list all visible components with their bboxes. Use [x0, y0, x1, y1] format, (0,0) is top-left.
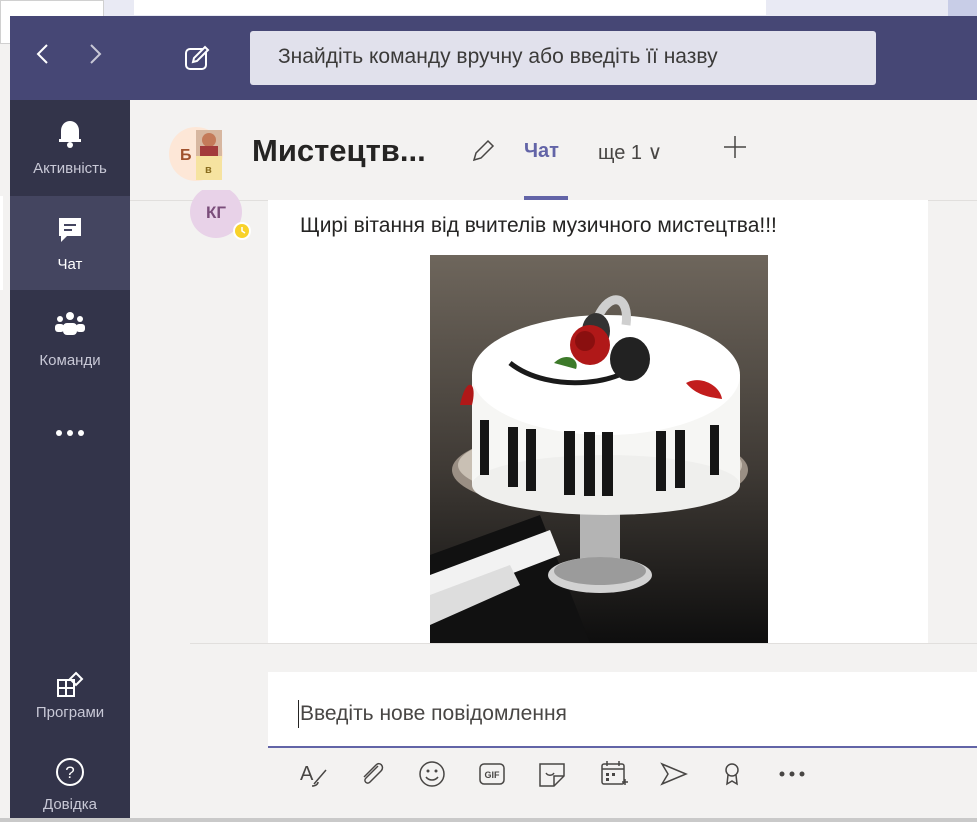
stream-button[interactable] [656, 756, 692, 792]
praise-button[interactable] [714, 756, 750, 792]
chevron-left-icon [36, 44, 48, 64]
sticker-icon [539, 763, 565, 787]
rail-item-label: Довідка [43, 796, 97, 813]
rail-item-label: Програми [35, 704, 105, 721]
bell-icon [10, 118, 130, 153]
rail-item-activity[interactable]: Активність [10, 100, 130, 194]
svg-text:?: ? [65, 763, 74, 782]
avatar-initial: Б [180, 147, 192, 164]
message-input[interactable]: Введіть нове повідомлення [268, 672, 977, 748]
more-options-button[interactable] [774, 756, 810, 792]
sender-avatar[interactable]: КГ [190, 186, 251, 240]
emoji-button[interactable] [414, 756, 450, 792]
rail-active-indicator [0, 196, 3, 290]
back-button[interactable] [34, 42, 52, 74]
forward-button[interactable] [86, 42, 104, 74]
format-button[interactable]: A [296, 756, 332, 792]
tab-chat[interactable]: Чат [524, 140, 559, 163]
chat-icon [10, 214, 130, 249]
team-avatar[interactable]: Б в [166, 126, 228, 182]
message-input-placeholder: Введіть нове повідомлення [300, 702, 567, 725]
praise-icon [725, 763, 739, 786]
help-icon: ? [10, 756, 130, 793]
new-chat-button[interactable] [183, 44, 211, 72]
gif-button[interactable]: GIF [474, 756, 510, 792]
message-divider [190, 643, 977, 644]
sticker-button[interactable] [534, 756, 570, 792]
compose-icon [185, 45, 210, 70]
rail-item-more-apps[interactable] [10, 390, 130, 460]
search-placeholder: Знайдіть команду вручну або введіть її н… [278, 45, 718, 68]
teams-icon [10, 310, 130, 345]
apps-icon [10, 670, 130, 705]
attach-button[interactable] [354, 756, 390, 792]
format-icon: A [300, 763, 327, 787]
chevron-right-icon [90, 44, 102, 64]
plus-icon [724, 136, 746, 158]
schedule-meeting-icon [601, 761, 628, 785]
text-caret [298, 700, 299, 728]
svg-text:A: A [300, 763, 314, 785]
more-options-icon [779, 771, 805, 777]
compose-toolbar: A GIF [268, 756, 977, 796]
stream-icon [660, 762, 688, 786]
rail-item-help[interactable]: ? Довідка [10, 750, 130, 822]
app-rail: Активність Чат Команди Програми ? Довідк… [10, 100, 130, 822]
message-image-cake[interactable] [430, 255, 768, 643]
rail-item-apps[interactable]: Програми [10, 660, 130, 754]
search-input[interactable]: Знайдіть команду вручну або введіть її н… [250, 31, 876, 85]
message-text: Щирі вітання від вчителів музичного мист… [300, 214, 777, 237]
rail-item-teams[interactable]: Команди [10, 292, 130, 386]
avatar-initial: в [205, 164, 212, 176]
emoji-icon [419, 761, 445, 787]
tab-more-dropdown[interactable]: ще 1 ∨ [598, 140, 662, 165]
svg-text:GIF: GIF [485, 770, 501, 780]
rail-item-label: Чат [57, 256, 83, 273]
window-bottom-border [0, 818, 977, 822]
pencil-icon [472, 139, 495, 162]
rail-item-label: Активність [33, 160, 107, 177]
background-document [134, 0, 766, 15]
schedule-meeting-button[interactable] [596, 756, 632, 792]
attach-icon [363, 762, 384, 784]
edit-name-button[interactable] [470, 138, 496, 164]
rail-item-chat[interactable]: Чат [10, 196, 130, 290]
more-apps-icon [10, 424, 130, 442]
page-title: Мистецтв... [252, 133, 426, 168]
add-tab-button[interactable] [722, 130, 748, 169]
sender-initials: КГ [206, 203, 226, 222]
gif-icon: GIF [479, 763, 505, 785]
rail-item-label: Команди [39, 352, 101, 369]
